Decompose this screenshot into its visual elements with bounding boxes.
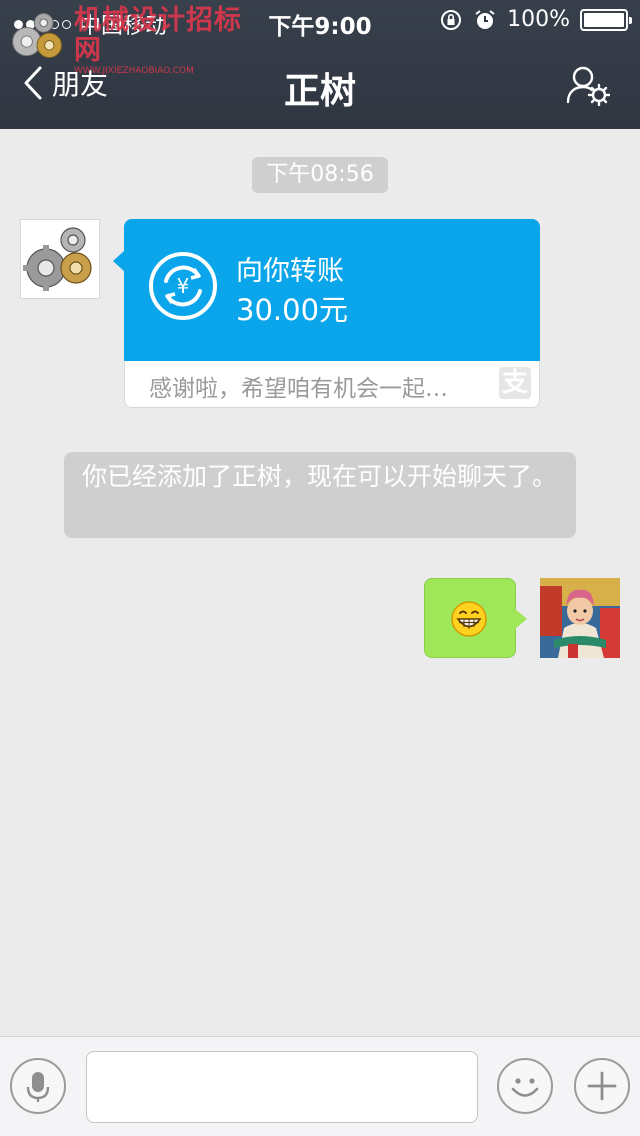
message-timestamp: 下午08:56 xyxy=(252,157,388,193)
bubble-tail xyxy=(515,609,527,629)
alipay-badge-icon: 支 xyxy=(499,367,531,399)
friend-avatar[interactable] xyxy=(20,219,100,299)
system-notice: 你已经添加了正树，现在可以开始聊天了。 xyxy=(64,452,576,538)
transfer-card-header: ¥ 向你转账 30.00元 xyxy=(124,219,540,361)
voice-input-button[interactable] xyxy=(10,1058,66,1114)
battery-icon xyxy=(580,8,632,31)
rotation-lock-icon xyxy=(441,9,462,30)
gears-avatar-icon xyxy=(21,220,99,298)
plus-icon xyxy=(587,1071,617,1101)
transfer-card-footer: 感谢啦，希望咱有机会一起… 支 xyxy=(125,361,539,407)
watermark-logo: 机械设计招标网 WWW.JIXIEZHAOBIAO.COM xyxy=(8,5,258,76)
battery-percent: 100% xyxy=(507,7,570,32)
top-navigation-bar: 中国移动 下午9:00 100% 机械设计招标网 WWW.JIXIEZHAOBI… xyxy=(0,0,640,129)
gears-logo-icon xyxy=(12,12,62,59)
status-right: 100% xyxy=(439,7,632,32)
microphone-icon xyxy=(26,1072,50,1102)
grinning-face-icon xyxy=(451,601,487,637)
profile-settings-icon[interactable] xyxy=(566,64,610,106)
chat-title: 正树 xyxy=(283,71,356,112)
chat-input-bar xyxy=(0,1036,640,1136)
alarm-clock-icon xyxy=(475,9,495,29)
battery-fill xyxy=(584,12,624,27)
message-text-input[interactable] xyxy=(86,1051,478,1123)
money-transfer-card[interactable]: ¥ 向你转账 30.00元 感谢啦，希望咱有机会一起… 支 xyxy=(113,219,540,408)
sent-message-bubble[interactable] xyxy=(424,578,527,658)
transfer-title: 向你转账 xyxy=(236,256,344,287)
transfer-yuan-icon: ¥ xyxy=(149,252,217,320)
emoji-button[interactable] xyxy=(497,1058,553,1114)
svg-text:¥: ¥ xyxy=(177,274,190,298)
smiley-face-icon xyxy=(511,1078,539,1097)
child-photo-icon xyxy=(540,578,620,658)
transfer-amount: 30.00元 xyxy=(236,293,349,327)
transfer-note: 感谢啦，希望咱有机会一起… xyxy=(149,376,448,402)
my-avatar[interactable] xyxy=(540,578,620,658)
watermark-title: 机械设计招标网 xyxy=(73,5,242,66)
more-options-button[interactable] xyxy=(574,1058,630,1114)
